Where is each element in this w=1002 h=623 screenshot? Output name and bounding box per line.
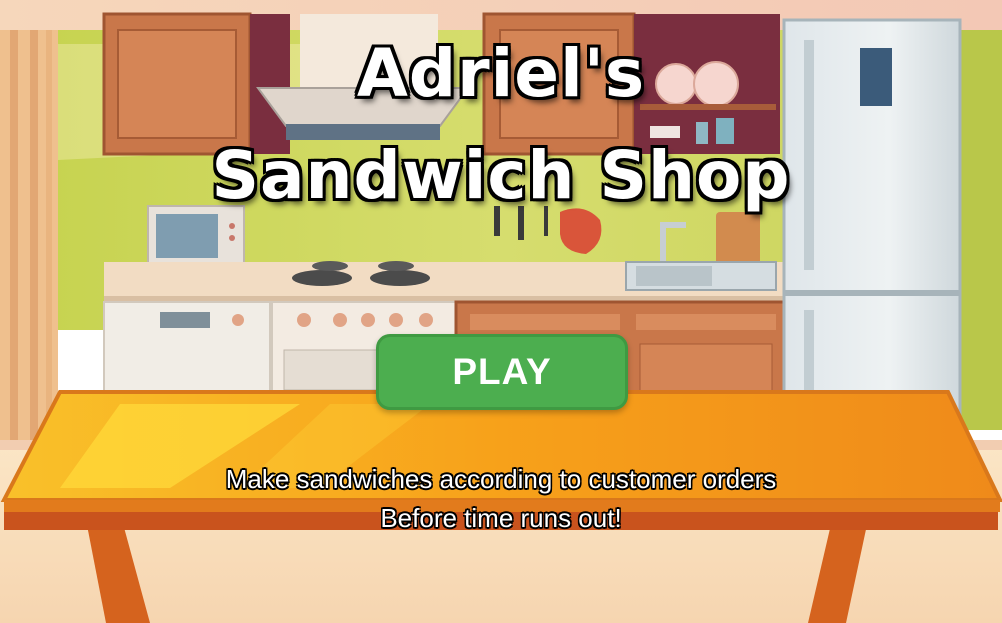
play-button[interactable]: PLAY <box>376 334 628 410</box>
instruction-line1: Make sandwiches according to customer or… <box>225 464 777 494</box>
game-title-line1: Adriel's <box>356 35 646 112</box>
instruction-line2: Before time runs out! <box>380 503 622 533</box>
game-title-line2: Sandwich Shop <box>211 137 791 214</box>
